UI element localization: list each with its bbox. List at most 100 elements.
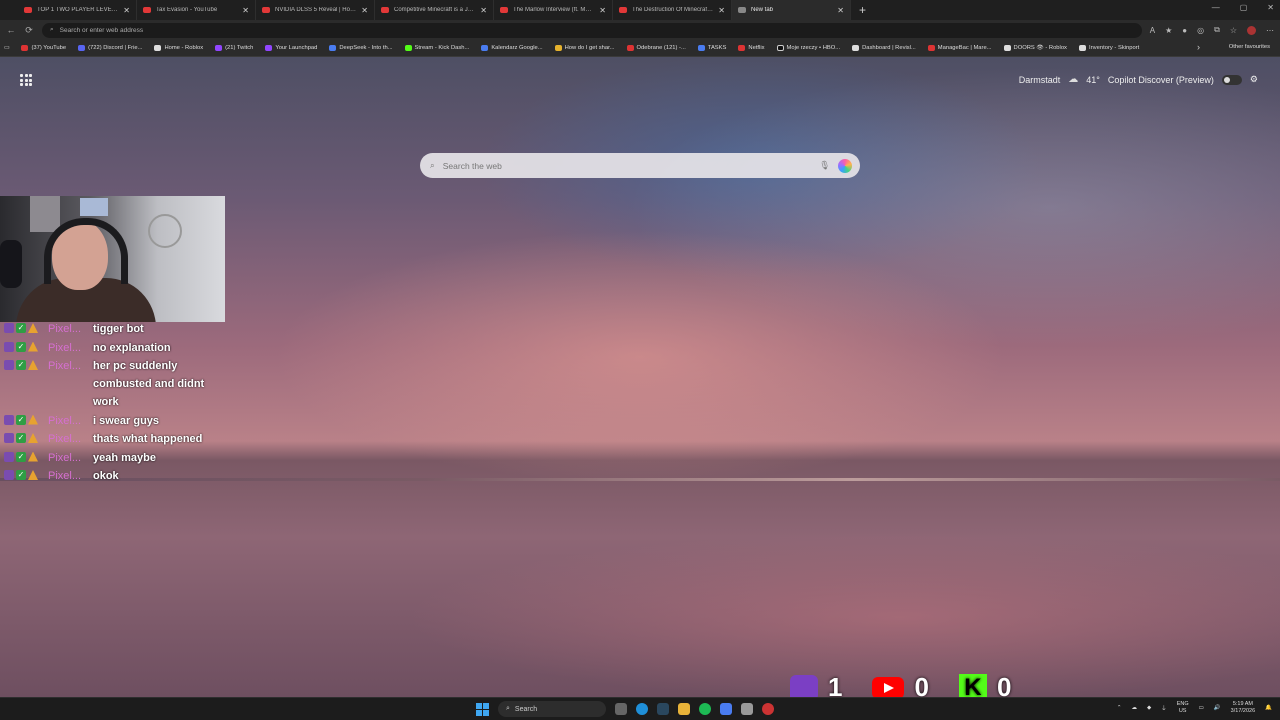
tab-new-tab[interactable]: New tab ✕ [732, 0, 851, 20]
settings-gear-icon[interactable]: ⚙ [1250, 74, 1258, 85]
volume-icon[interactable]: 🔊 [1214, 705, 1221, 711]
microphone-icon[interactable]: 🎙 [819, 160, 830, 171]
favorite-star-icon[interactable]: ★ [1165, 26, 1172, 35]
flame-badge-icon [28, 470, 38, 480]
bookmark[interactable]: Dashboard | Revisl... [852, 45, 916, 51]
bookmark[interactable]: Inventory - Skinport [1078, 45, 1139, 51]
favorites-icon[interactable]: ☆ [1230, 26, 1237, 35]
bookmark[interactable]: (722) Discord | Frie... [78, 45, 142, 51]
web-search-box[interactable]: ⌕ Search the web 🎙 [420, 153, 860, 178]
bookmark[interactable]: Odebrane (121) -... [626, 45, 686, 51]
add-tab-icon[interactable]: + [859, 3, 866, 17]
chat-text: i swear guys [93, 414, 160, 427]
check-badge-icon: ✓ [16, 451, 26, 462]
tab[interactable]: The Destruction Of Minecraft's #1 ✕ [613, 0, 732, 20]
skinport-icon [1078, 45, 1086, 51]
minimize-icon[interactable]: — [1212, 3, 1220, 12]
tab[interactable]: TOP 1 TWO PLAYER LEVEL - YouTube✕ [18, 0, 137, 20]
bookmark[interactable]: Netflix [738, 45, 765, 51]
weather-temp[interactable]: 41° [1086, 75, 1100, 85]
discord-icon [78, 45, 86, 51]
maximize-icon[interactable]: ▢ [1240, 3, 1248, 12]
collections-icon[interactable]: ⧉ [1214, 25, 1220, 35]
chat-username: Pixel... [48, 341, 82, 354]
steam-icon[interactable] [657, 703, 669, 715]
windows-start-icon[interactable] [476, 702, 489, 716]
chat-text: her pc suddenly combusted and didnt work [93, 360, 205, 408]
network-icon[interactable]: ▭ [1199, 705, 1204, 711]
taskbar-search[interactable]: ⌕ Search [498, 701, 606, 717]
language-indicator[interactable]: ENG US [1177, 701, 1189, 715]
task-view-icon[interactable] [615, 703, 627, 715]
bookmark-toggle-icon[interactable]: ▭ [4, 45, 9, 51]
read-aloud-icon[interactable]: A [1150, 26, 1155, 35]
chevron-up-icon[interactable]: ⌃ [1117, 705, 1122, 711]
bookmark[interactable]: (21) Twitch [215, 45, 253, 51]
chat-message: ✓ Pixel... her pc suddenly combusted and… [4, 357, 224, 411]
close-icon[interactable]: ✕ [599, 6, 606, 15]
bookmark[interactable]: (37) YouTube [21, 45, 66, 51]
search-icon: ⌕ [506, 705, 510, 712]
tab[interactable]: Competitive Minecraft is a Joke - Y✕ [375, 0, 494, 20]
clock[interactable]: 5:19 AM 3/17/2026 [1231, 701, 1255, 715]
flame-badge-icon [28, 451, 38, 462]
cloud-icon[interactable]: ☁ [1131, 705, 1137, 711]
bookmark[interactable]: TASKS [697, 45, 726, 51]
close-icon[interactable]: ✕ [242, 6, 249, 15]
youtube-icon [24, 7, 32, 13]
obs-icon[interactable] [762, 703, 774, 715]
system-tray: ⌃ ☁ ◆ ⏚ ENG US ▭ 🔊 5:19 AM 3/17/2026 🔔 [1117, 701, 1272, 715]
close-icon[interactable]: ✕ [718, 6, 725, 15]
app-icon[interactable] [720, 703, 732, 715]
close-icon[interactable]: ✕ [123, 6, 130, 15]
tab[interactable]: The Marlow Interview (ft. Marlow) ✕ [494, 0, 613, 20]
chat-text: no explanation [93, 341, 171, 354]
refresh-icon[interactable]: ⟳ [24, 25, 34, 36]
chat-text: yeah maybe [93, 451, 156, 464]
bookmark[interactable]: Kalendarz Google... [481, 45, 543, 51]
back-icon[interactable]: ← [6, 25, 16, 35]
security-icon[interactable]: ◆ [1147, 705, 1151, 711]
bookmark[interactable]: Home - Roblox [154, 45, 203, 51]
twitch-badge-icon [4, 341, 14, 352]
spotify-icon[interactable] [699, 703, 711, 715]
bookmark[interactable]: ManageBac | Mare... [927, 45, 992, 51]
copilot-discover-toggle[interactable] [1221, 74, 1242, 85]
bookmark[interactable]: Your Launchpad [265, 45, 317, 51]
search-input[interactable]: Search the web [443, 161, 811, 171]
navigation-bar: ← ⟳ ⌕ Search or enter web address A ★ ● … [0, 20, 1280, 40]
notification-bell-icon[interactable]: 🔔 [1265, 705, 1272, 711]
bookmark[interactable]: How do I get shar... [554, 45, 615, 51]
weather-city[interactable]: Darmstadt [1019, 75, 1061, 85]
youtube-icon [21, 45, 29, 51]
file-explorer-icon[interactable] [678, 703, 690, 715]
kick-icon [404, 45, 412, 51]
close-icon[interactable]: ✕ [837, 6, 844, 15]
profile-avatar[interactable] [1247, 25, 1256, 35]
close-icon[interactable]: ✕ [480, 6, 487, 15]
copilot-icon[interactable] [838, 158, 852, 173]
tab[interactable]: Tax Evasion - YouTube ✕ [137, 0, 256, 20]
bookmark[interactable]: Stream - Kick Dash... [404, 45, 469, 51]
edge-icon[interactable] [636, 703, 648, 715]
app-icon[interactable] [741, 703, 753, 715]
other-favourites[interactable]: Other favourites [1229, 44, 1270, 50]
webcam-overlay [0, 196, 225, 322]
bookmark[interactable]: DOORS 👁 - Roblox [1003, 45, 1067, 51]
twitch-badge-icon [4, 414, 14, 425]
close-window-icon[interactable]: ✕ [1267, 3, 1274, 12]
sync-icon[interactable]: ◎ [1197, 26, 1204, 35]
twitch-badge-icon [4, 323, 14, 333]
close-icon[interactable]: ✕ [361, 6, 368, 15]
chevron-right-icon[interactable]: › [1197, 42, 1200, 52]
usb-icon[interactable]: ⏚ [1161, 704, 1167, 712]
more-menu-icon[interactable]: ⋯ [1266, 26, 1274, 35]
apps-grid-icon[interactable] [20, 74, 32, 86]
extension-icon[interactable]: ● [1182, 26, 1187, 35]
bookmark[interactable]: DeepSeek - Into th... [329, 45, 393, 51]
address-bar[interactable]: ⌕ Search or enter web address [42, 22, 1142, 38]
tab[interactable]: NVIDIA DLSS 5 Reveal | Hogwarts✕ [256, 0, 375, 20]
bookmark[interactable]: Moje rzeczy • HBO... [776, 45, 840, 51]
chat-message: ✓ Pixel... yeah maybe [4, 449, 224, 467]
twitch-badge-icon [4, 470, 14, 480]
